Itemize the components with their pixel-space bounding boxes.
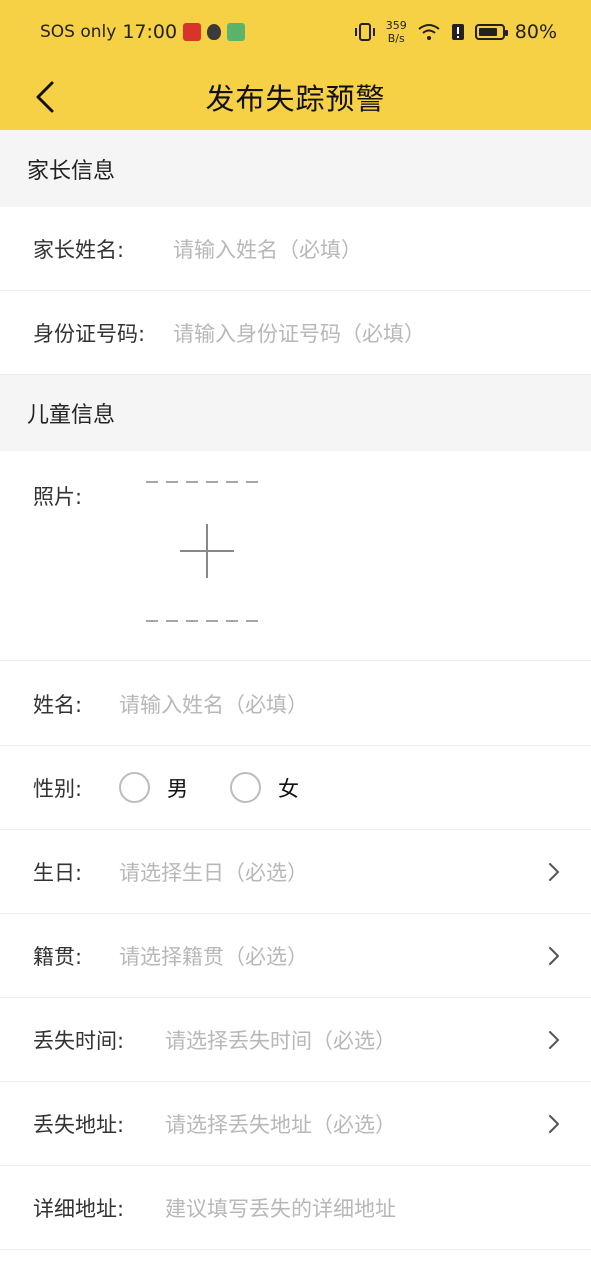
battery-icon [474,24,508,40]
parent-id-row[interactable]: 身份证号码: 请输入身份证号码（必填） [0,291,591,375]
carrier-text: SOS only [40,22,117,42]
app-notification-icon [183,23,202,41]
parent-name-input[interactable]: 请输入姓名（必填） [173,234,561,264]
wifi-icon [418,24,440,40]
lost-address-row[interactable]: 丢失地址: 请选择丢失地址（必选） [0,1082,591,1166]
parent-section-header: 家长信息 [0,130,591,207]
plus-icon [180,524,234,578]
clock: 17:00 [122,21,178,43]
gender-row: 性别: 男 女 [0,746,591,830]
hometown-row[interactable]: 籍贯: 请选择籍贯（必选） [0,914,591,998]
vibrate-icon [354,23,375,41]
page-title: 发布失踪预警 [205,82,386,116]
chevron-right-icon [549,1114,559,1133]
back-button[interactable] [30,78,60,116]
child-name-row[interactable]: 姓名: 请输入姓名（必填） [0,662,591,746]
network-speed: 359 B/s [386,19,407,45]
battery-percent: 80% [514,21,557,43]
gender-radio-group: 男 女 [119,772,341,803]
child-section-header: 儿童信息 [0,375,591,451]
detail-address-row[interactable]: 详细地址: 建议填写丢失的详细地址 [0,1166,591,1250]
lost-time-label: 丢失时间: [33,1028,125,1053]
alert-icon [451,24,464,40]
gender-label: 性别: [33,776,83,801]
gender-option-label: 女 [278,776,299,801]
wechat-notification-icon [227,23,246,41]
radio-circle-icon [119,772,150,803]
next-row-partial [0,1250,591,1280]
hometown-label: 籍贯: [33,944,83,969]
chevron-right-icon [549,1030,559,1049]
child-name-label: 姓名: [33,692,83,717]
gender-option-female[interactable]: 女 [230,772,299,803]
birthday-row[interactable]: 生日: 请选择生日（必选） [0,830,591,914]
network-speed-value: 359 [385,19,407,32]
lost-time-row[interactable]: 丢失时间: 请选择丢失时间（必选） [0,998,591,1082]
status-bar: SOS only 17:00 359 B/s 80% [0,0,591,64]
gender-option-label: 男 [167,776,188,801]
parent-name-row[interactable]: 家长姓名: 请输入姓名（必填） [0,207,591,291]
parent-name-label: 家长姓名: [33,237,125,262]
screen: SOS only 17:00 359 B/s 80% 发布失踪预警 家长信息 家… [0,0,591,1280]
lost-address-select[interactable]: 请选择丢失地址（必选） [165,1109,547,1139]
gender-option-male[interactable]: 男 [119,772,188,803]
security-icon [207,24,222,40]
lost-time-select[interactable]: 请选择丢失时间（必选） [165,1025,547,1055]
chevron-right-icon [549,862,559,881]
photo-label: 照片: [33,485,83,509]
detail-address-input[interactable]: 建议填写丢失的详细地址 [165,1193,561,1223]
child-section-title: 儿童信息 [27,403,116,428]
parent-section-title: 家长信息 [27,158,116,184]
birthday-label: 生日: [33,860,83,885]
child-name-input[interactable]: 请输入姓名（必填） [119,689,561,719]
app-header: 发布失踪预警 [0,64,591,130]
parent-id-input[interactable]: 请输入身份证号码（必填） [173,318,561,348]
detail-address-label: 详细地址: [33,1196,125,1221]
parent-id-label: 身份证号码: [33,321,146,346]
status-right: 359 B/s 80% [354,19,557,45]
photo-upload-button[interactable] [146,481,264,622]
birthday-select[interactable]: 请选择生日（必选） [119,857,547,887]
chevron-right-icon [549,946,559,965]
radio-circle-icon [230,772,261,803]
hometown-select[interactable]: 请选择籍贯（必选） [119,941,547,971]
network-speed-unit: B/s [387,32,405,45]
photo-row [0,451,591,661]
chevron-left-icon [36,81,54,113]
status-left: SOS only 17:00 [40,21,246,43]
lost-address-label: 丢失地址: [33,1112,125,1137]
